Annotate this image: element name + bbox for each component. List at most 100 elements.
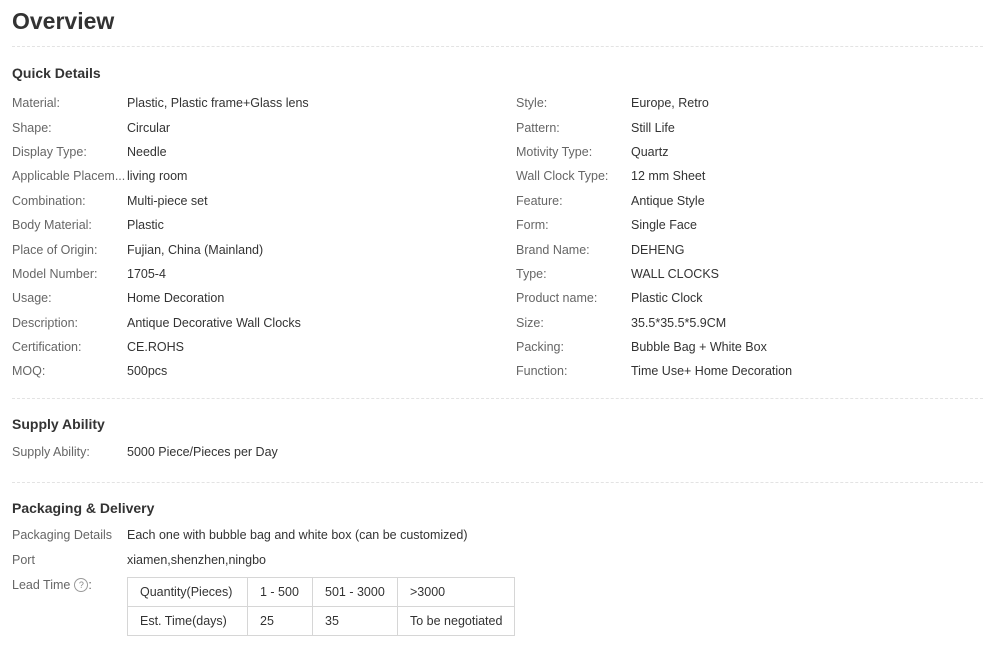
lead-time-table: Quantity(Pieces) 1 - 500 501 - 3000 >3000 Es… <box>127 577 516 636</box>
supply-ability-label: Supply Ability: <box>12 445 90 459</box>
port-row: Port xiamen,shenzhen,ningbo <box>12 551 266 569</box>
detail-label: Motivity Type: <box>516 144 593 159</box>
detail-row: Motivity Type: Quartz <box>516 140 792 164</box>
lead-time-colon: : <box>88 578 92 592</box>
detail-row: Model Number: 1705-4 <box>12 262 309 286</box>
detail-value: Needle <box>127 144 167 159</box>
supply-ability-value: 5000 Piece/Pieces per Day <box>127 445 278 459</box>
detail-value: Home Decoration <box>127 291 225 306</box>
packaging-details-label: Packaging Details <box>12 528 113 542</box>
detail-value: Quartz <box>631 144 669 159</box>
detail-label: Size: <box>516 315 544 330</box>
help-icon[interactable]: ? <box>74 578 89 592</box>
detail-value: 500pcs <box>127 364 168 379</box>
overview-title: Overview <box>12 8 115 34</box>
detail-label: Combination: <box>12 193 86 208</box>
detail-value: Plastic, Plastic frame+Glass lens <box>127 96 309 111</box>
detail-row: Style: Europe, Retro <box>516 91 792 115</box>
detail-row: Product name: Plastic Clock <box>516 286 792 310</box>
detail-label: Product name: <box>516 291 598 306</box>
detail-row: Usage: Home Decoration <box>12 286 309 310</box>
detail-value: Europe, Retro <box>631 96 709 111</box>
detail-value: Single Face <box>631 218 698 233</box>
detail-row: Function: Time Use+ Home Decoration <box>516 359 792 383</box>
detail-label: Usage: <box>12 291 52 306</box>
detail-row: Body Material: Plastic <box>12 213 309 237</box>
lead-time-table-cell: Est. Time(days) <box>127 606 248 636</box>
detail-label: Display Type: <box>12 144 87 159</box>
detail-label: Description: <box>12 315 78 330</box>
detail-row: Form: Single Face <box>516 213 792 237</box>
lead-time-label: Lead Time <box>12 578 71 592</box>
lead-time-table-cell: 25 <box>247 606 313 636</box>
detail-row: Size: 35.5*35.5*5.9CM <box>516 311 792 335</box>
lead-time-table-cell: To be negotiated <box>396 606 516 636</box>
detail-row: Feature: Antique Style <box>516 189 792 213</box>
detail-value: living room <box>127 169 188 184</box>
detail-label: Feature: <box>516 193 563 208</box>
detail-label: Type: <box>516 266 547 281</box>
port-label: Port <box>12 553 35 567</box>
detail-label: MOQ: <box>12 364 46 379</box>
detail-label: Shape: <box>12 120 52 135</box>
detail-label: Packing: <box>516 340 564 355</box>
lead-time-table-cell: 501 - 3000 <box>312 577 398 607</box>
detail-value: WALL CLOCKS <box>631 266 719 281</box>
detail-row: Brand Name: DEHENG <box>516 237 792 261</box>
lead-time-label-wrap: Lead Time ?: <box>12 578 92 592</box>
lead-time-row: Lead Time ?: <box>12 576 92 594</box>
quick-details-title: Quick Details <box>12 65 101 81</box>
detail-value: Plastic <box>127 218 164 233</box>
divider <box>12 398 983 399</box>
supply-ability-row: Supply Ability: 5000 Piece/Pieces per Da… <box>12 443 278 461</box>
lead-time-table-cell: 35 <box>312 606 398 636</box>
divider <box>12 482 983 483</box>
lead-time-table-cell: >3000 <box>396 577 516 607</box>
detail-value: Fujian, China (Mainland) <box>127 242 264 257</box>
detail-label: Wall Clock Type: <box>516 169 609 184</box>
detail-row: Wall Clock Type: 12 mm Sheet <box>516 164 792 188</box>
detail-row: Shape: Circular <box>12 115 309 139</box>
detail-row: Type: WALL CLOCKS <box>516 262 792 286</box>
detail-value: Still Life <box>631 120 675 135</box>
detail-value: Multi-piece set <box>127 193 208 208</box>
detail-row: Display Type: Needle <box>12 140 309 164</box>
detail-row: Certification: CE.ROHS <box>12 335 309 359</box>
detail-value: Plastic Clock <box>631 291 703 306</box>
detail-label: Body Material: <box>12 218 92 233</box>
detail-row: Combination: Multi-piece set <box>12 189 309 213</box>
packaging-delivery-title: Packaging & Delivery <box>12 500 155 516</box>
lead-time-table-row: Est. Time(days) 25 35 To be negotiated <box>127 606 516 636</box>
detail-row: MOQ: 500pcs <box>12 359 309 383</box>
supply-ability-title: Supply Ability <box>12 416 105 432</box>
detail-label: Material: <box>12 96 60 111</box>
detail-value: DEHENG <box>631 242 685 257</box>
detail-value: 1705-4 <box>127 266 166 281</box>
lead-time-table-cell: 1 - 500 <box>247 577 313 607</box>
packaging-details-value: Each one with bubble bag and white box (… <box>127 528 468 542</box>
detail-row: Packing: Bubble Bag + White Box <box>516 335 792 359</box>
product-overview-page: Overview Quick Details Material: Plastic,… <box>0 0 997 655</box>
detail-label: Brand Name: <box>516 242 590 257</box>
detail-label: Pattern: <box>516 120 560 135</box>
quick-details-right-column: Style: Europe, Retro Pattern: Still Life Mot… <box>516 91 792 384</box>
detail-value: Antique Decorative Wall Clocks <box>127 315 301 330</box>
divider <box>12 46 983 47</box>
lead-time-table-row: Quantity(Pieces) 1 - 500 501 - 3000 >3000 <box>127 577 516 607</box>
quick-details-left-column: Material: Plastic, Plastic frame+Glass le… <box>12 91 309 384</box>
detail-value: Bubble Bag + White Box <box>631 340 767 355</box>
detail-label: Certification: <box>12 340 82 355</box>
detail-label: Model Number: <box>12 266 98 281</box>
detail-row: Pattern: Still Life <box>516 115 792 139</box>
detail-value: 35.5*35.5*5.9CM <box>631 315 727 330</box>
detail-value: Time Use+ Home Decoration <box>631 364 793 379</box>
lead-time-table-cell: Quantity(Pieces) <box>127 577 248 607</box>
detail-label: Applicable Placem... <box>12 169 126 184</box>
detail-label: Place of Origin: <box>12 242 98 257</box>
detail-row: Description: Antique Decorative Wall Cloc… <box>12 311 309 335</box>
detail-label: Form: <box>516 218 549 233</box>
detail-label: Style: <box>516 96 548 111</box>
detail-row: Place of Origin: Fujian, China (Mainland) <box>12 237 309 261</box>
detail-row: Material: Plastic, Plastic frame+Glass le… <box>12 91 309 115</box>
detail-label: Function: <box>516 364 568 379</box>
